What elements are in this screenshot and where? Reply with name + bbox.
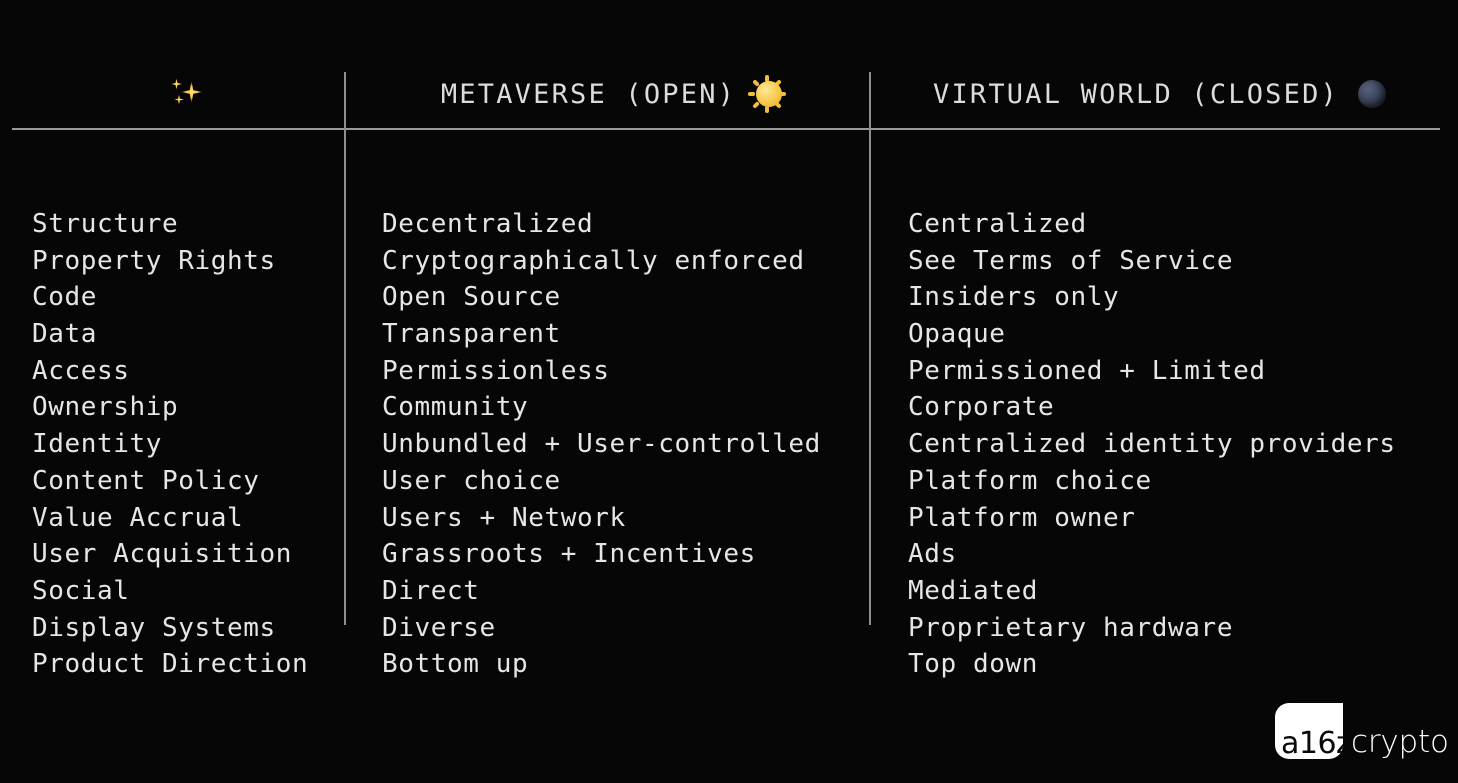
- cell-attribute: Structure: [32, 209, 179, 239]
- table-row: Data Transparent Opaque: [24, 316, 1452, 353]
- cell-attribute: Property Rights: [32, 245, 276, 276]
- table-row: Code Open Source Insiders only: [24, 279, 1452, 316]
- cell-attribute: Identity: [32, 429, 163, 460]
- table-header-virtual-world-label: VIRTUAL WORLD (CLOSED): [932, 78, 1340, 110]
- cell-attribute: Code: [32, 282, 98, 313]
- cell-virtual-world: Top down: [908, 649, 1039, 680]
- table-row: Ownership Community Corporate: [24, 389, 1452, 426]
- cell-virtual-world: Platform owner: [908, 502, 1136, 533]
- column-divider-1: [344, 72, 346, 625]
- cell-metaverse: Community: [382, 392, 529, 423]
- cell-attribute: Ownership: [32, 392, 179, 423]
- table-row: Content Policy User choice Platform choi…: [24, 463, 1452, 500]
- header-divider-horizontal: [12, 128, 1440, 130]
- cell-virtual-world: Ads: [908, 539, 957, 570]
- table-row: Value Accrual Users + Network Platform o…: [24, 500, 1452, 537]
- cell-attribute: User Acquisition: [32, 539, 293, 570]
- cell-virtual-world: Platform choice: [908, 465, 1152, 496]
- cell-attribute: Product Direction: [32, 649, 309, 680]
- table-row: Display Systems Diverse Proprietary hard…: [24, 610, 1452, 647]
- cell-attribute: Access: [32, 355, 130, 386]
- cell-attribute: Display Systems: [32, 612, 276, 643]
- table-header-row: METAVERSE (OPEN) VIRTUAL WORLD (CLOSED): [12, 60, 1440, 128]
- cell-virtual-world: Opaque: [908, 319, 1006, 350]
- table-row: Property Rights Cryptographically enforc…: [24, 243, 1452, 280]
- cell-attribute: Content Policy: [32, 465, 260, 496]
- table-header-attribute: [12, 60, 345, 128]
- sparkles-icon: [170, 77, 204, 111]
- a16z-logo-wordmark: crypto: [1351, 724, 1449, 760]
- cell-metaverse: Unbundled + User-controlled: [382, 429, 821, 460]
- cell-virtual-world: Centralized identity providers: [908, 429, 1396, 460]
- a16z-crypto-logo: a16z crypto: [1275, 703, 1449, 760]
- table-row: Social Direct Mediated: [24, 573, 1452, 610]
- dark-planet-icon: [1355, 77, 1389, 111]
- table-row: Access Permissionless Permissioned + Lim…: [24, 353, 1452, 390]
- table-row: Identity Unbundled + User-controlled Cen…: [24, 426, 1452, 463]
- cell-virtual-world: See Terms of Service: [908, 245, 1234, 276]
- sun-icon: [748, 75, 787, 113]
- table-header-metaverse-label: METAVERSE (OPEN): [440, 78, 737, 110]
- cell-metaverse: Grassroots + Incentives: [382, 539, 756, 570]
- cell-attribute: Value Accrual: [32, 502, 244, 533]
- table-header-metaverse: METAVERSE (OPEN): [357, 60, 870, 128]
- cell-attribute: Data: [32, 319, 98, 350]
- cell-attribute: Social: [32, 575, 130, 606]
- table-body: Structure Decentralized Centralized Prop…: [24, 206, 1452, 683]
- table-row: User Acquisition Grassroots + Incentives…: [24, 536, 1452, 573]
- cell-metaverse: Direct: [382, 575, 480, 606]
- cell-virtual-world: Permissioned + Limited: [908, 355, 1266, 386]
- table-header-virtual-world: VIRTUAL WORLD (CLOSED): [882, 60, 1440, 128]
- cell-metaverse: Bottom up: [382, 649, 529, 680]
- cell-metaverse: Diverse: [382, 612, 496, 643]
- table-row: Structure Decentralized Centralized: [24, 206, 1452, 243]
- cell-metaverse: Users + Network: [382, 502, 626, 533]
- cell-metaverse: Transparent: [382, 319, 561, 350]
- cell-metaverse: User choice: [382, 465, 561, 496]
- cell-virtual-world: Insiders only: [908, 282, 1120, 313]
- cell-metaverse: Open Source: [382, 282, 561, 313]
- slide-canvas: METAVERSE (OPEN) VIRTUAL WORLD (CLOSED): [0, 0, 1458, 783]
- cell-virtual-world: Corporate: [908, 392, 1055, 423]
- cell-metaverse: Permissionless: [382, 355, 610, 386]
- table-row: Product Direction Bottom up Top down: [24, 646, 1452, 683]
- comparison-table: METAVERSE (OPEN) VIRTUAL WORLD (CLOSED): [12, 60, 1440, 679]
- cell-metaverse: Cryptographically enforced: [382, 245, 805, 276]
- column-divider-2: [869, 72, 871, 625]
- a16z-logo-mark: a16z: [1275, 703, 1343, 759]
- a16z-logo-mark-text: a16z: [1281, 726, 1343, 759]
- cell-virtual-world: Proprietary hardware: [908, 612, 1234, 643]
- cell-metaverse: Decentralized: [382, 209, 594, 239]
- cell-virtual-world: Centralized: [908, 209, 1087, 239]
- cell-virtual-world: Mediated: [908, 575, 1039, 606]
